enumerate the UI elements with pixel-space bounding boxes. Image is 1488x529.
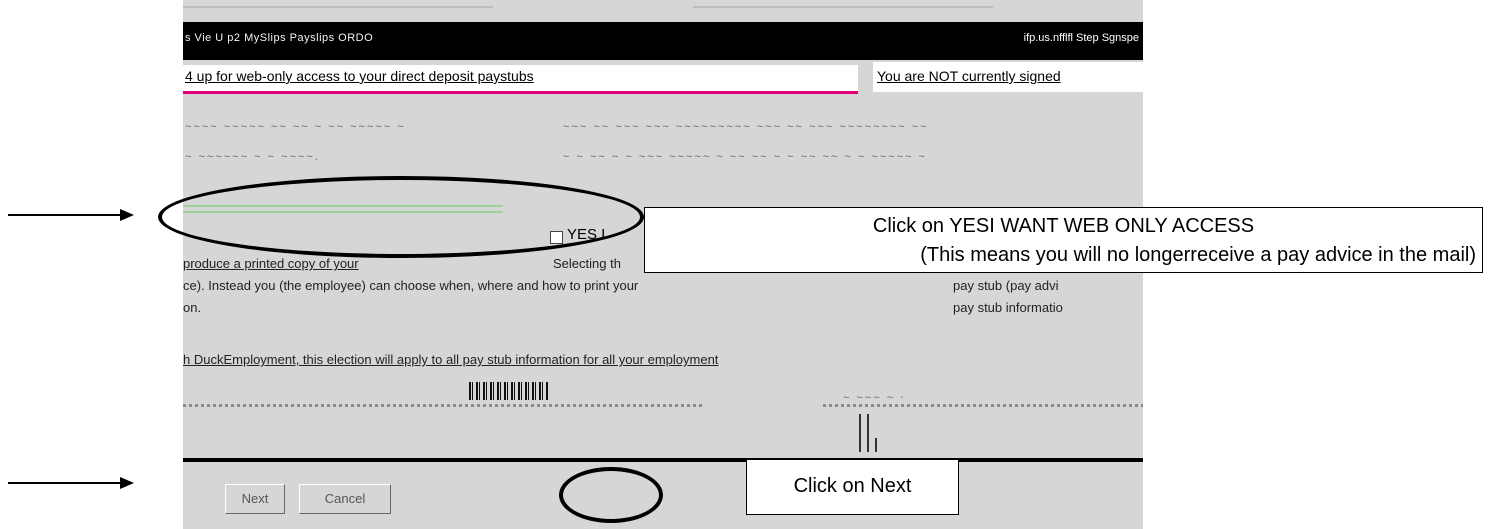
highlight-ellipse: [559, 467, 663, 523]
paragraph-line: Selecting th: [553, 256, 621, 271]
paragraph-line: pay stub informatio: [953, 300, 1063, 315]
garbled-line: [823, 404, 1143, 407]
arrow-line: [8, 214, 122, 216]
callout-web-only-access: Click on YESI WANT WEB ONLY ACCESS (This…: [644, 207, 1483, 273]
title-bar: s Vie U p2 MySlips Payslips ORDO ifp.us.…: [183, 22, 1143, 60]
paragraph-line: ce). Instead you (the employee) can choo…: [183, 278, 639, 293]
window-title: s Vie U p2 MySlips Payslips ORDO: [185, 32, 374, 44]
callout-text: (This means you will no longerreceive a …: [920, 244, 1476, 266]
cancel-button[interactable]: Cancel: [299, 484, 391, 514]
paragraph-line: h DuckEmployment, this election will app…: [183, 352, 719, 367]
paragraph-line: produce a printed copy of your: [183, 256, 359, 271]
top-divider: [693, 6, 993, 8]
bar-mark: [875, 438, 877, 452]
paragraph-line: pay stub (pay advi: [953, 278, 1059, 293]
faint-text: ~ ~~~~~~ ~ ~ ~~~~.: [185, 151, 320, 163]
paragraph-line: on.: [183, 300, 202, 315]
callout-next: Click on Next: [746, 459, 959, 515]
bar-mark: [859, 414, 861, 452]
arrow-line: [8, 482, 122, 484]
next-button[interactable]: Next: [225, 484, 285, 514]
title-bar-links[interactable]: ifp.us.nfflfl Step Sgnspe: [913, 32, 1139, 44]
footer-divider: [183, 458, 1143, 462]
arrow-head-icon: [120, 209, 134, 221]
faint-text: ~~~~ ~~~~~ ~~ ~~ ~ ~~ ~~~~~ ~: [185, 121, 406, 133]
garbled-line: [183, 404, 703, 407]
bar-mark: [867, 414, 869, 452]
faint-text: ~ ~ ~~ ~ ~ ~~~ ~~~~~ ~ ~~ ~~ ~ ~ ~~ ~~ ~…: [563, 151, 927, 163]
faint-text: ~ ~~~ ~ ~~~ ~: [843, 392, 903, 404]
page-heading-banner: 4 up for web-only access to your direct …: [183, 65, 858, 94]
faint-text: ~~~ ~~ ~~~ ~~~ ~~~~~~~~~ ~~~ ~~ ~~~ ~~~~…: [563, 121, 929, 133]
barcode-image: [469, 382, 549, 400]
callout-text: Click on YESI WANT WEB ONLY ACCESS: [872, 215, 1255, 237]
highlight-ellipse: [158, 176, 644, 258]
top-divider: [183, 6, 493, 8]
status-banner: You are NOT currently signed: [873, 62, 1143, 92]
page-heading: 4 up for web-only access to your direct …: [185, 68, 534, 84]
arrow-head-icon: [120, 477, 134, 489]
signup-status: You are NOT currently signed: [877, 68, 1061, 84]
